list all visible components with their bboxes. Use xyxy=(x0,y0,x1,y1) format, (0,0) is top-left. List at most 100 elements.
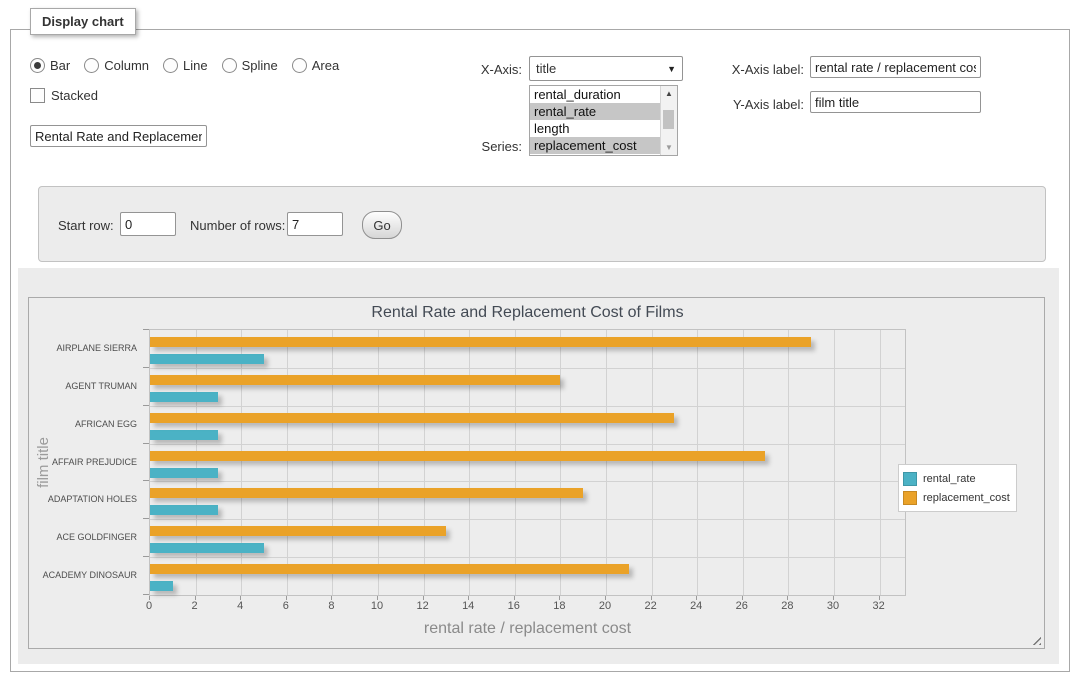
x-tick-label: 32 xyxy=(872,600,884,612)
bar-rental_rate xyxy=(150,505,218,515)
bar-rental_rate xyxy=(150,392,218,402)
radio-bar-label: Bar xyxy=(50,58,70,73)
y-tick-mark xyxy=(143,480,149,481)
series-option-rental-rate[interactable]: rental_rate xyxy=(530,103,677,120)
resize-grip-icon[interactable] xyxy=(1029,633,1041,645)
x-tick-label: 6 xyxy=(283,600,289,612)
x-tick-label: 30 xyxy=(827,600,839,612)
chart-panel: Rental Rate and Replacement Cost of Film… xyxy=(28,297,1045,649)
grid-line-vertical xyxy=(241,330,242,595)
bar-replacement_cost xyxy=(150,375,560,385)
radio-column[interactable]: Column xyxy=(84,58,149,73)
series-list-label: Series: xyxy=(458,139,522,154)
y-tick-mark xyxy=(143,518,149,519)
series-multiselect[interactable]: rental_duration rental_rate length repla… xyxy=(529,85,678,156)
chart-legend: rental_ratereplacement_cost xyxy=(898,464,1017,512)
x-tick-mark xyxy=(286,596,287,600)
x-tick-label: 14 xyxy=(462,600,474,612)
x-tick-mark xyxy=(696,596,697,600)
x-tick-mark xyxy=(742,596,743,600)
x-tick-label: 18 xyxy=(553,600,565,612)
legend-swatch xyxy=(903,491,917,505)
grid-line-vertical xyxy=(743,330,744,595)
y-tick-mark xyxy=(143,405,149,406)
number-of-rows-label: Number of rows: xyxy=(190,218,285,233)
go-button[interactable]: Go xyxy=(362,211,402,239)
radio-line[interactable]: Line xyxy=(163,58,208,73)
series-option-replacement-cost[interactable]: replacement_cost xyxy=(530,137,677,154)
radio-bar-control[interactable] xyxy=(30,58,45,73)
x-tick-label: 26 xyxy=(736,600,748,612)
grid-line-horizontal xyxy=(150,481,905,482)
grid-line-vertical xyxy=(196,330,197,595)
grid-line-vertical xyxy=(788,330,789,595)
y-axis-title: film title xyxy=(31,329,55,596)
x-tick-mark xyxy=(514,596,515,600)
start-row-input[interactable] xyxy=(120,212,176,236)
x-tick-label: 28 xyxy=(781,600,793,612)
legend-label: replacement_cost xyxy=(923,492,1010,504)
grid-line-vertical xyxy=(697,330,698,595)
y-tick-mark xyxy=(143,329,149,330)
bar-replacement_cost xyxy=(150,488,583,498)
stacked-checkbox-row[interactable]: Stacked xyxy=(30,88,98,103)
radio-column-control[interactable] xyxy=(84,58,99,73)
radio-spline-control[interactable] xyxy=(222,58,237,73)
radio-spline-label: Spline xyxy=(242,58,278,73)
series-option-rental-duration[interactable]: rental_duration xyxy=(530,86,677,103)
radio-spline[interactable]: Spline xyxy=(222,58,278,73)
x-tick-mark xyxy=(423,596,424,600)
grid-line-vertical xyxy=(652,330,653,595)
x-tick-mark xyxy=(195,596,196,600)
y-tick-mark xyxy=(143,594,149,595)
x-axis-label-input[interactable] xyxy=(810,56,981,78)
y-axis-label-input[interactable] xyxy=(810,91,981,113)
grid-line-horizontal xyxy=(150,444,905,445)
y-tick-mark xyxy=(143,556,149,557)
x-tick-mark xyxy=(331,596,332,600)
x-tick-label: 12 xyxy=(416,600,428,612)
grid-line-horizontal xyxy=(150,368,905,369)
stacked-checkbox[interactable] xyxy=(30,88,45,103)
series-option-length[interactable]: length xyxy=(530,120,677,137)
x-tick-mark xyxy=(879,596,880,600)
scroll-up-icon[interactable]: ▲ xyxy=(661,87,677,100)
radio-area-control[interactable] xyxy=(292,58,307,73)
chart-type-radio-group: Bar Column Line Spline Area xyxy=(30,58,347,73)
x-tick-mark xyxy=(468,596,469,600)
grid-line-vertical xyxy=(560,330,561,595)
grid-line-vertical xyxy=(515,330,516,595)
legend-swatch xyxy=(903,472,917,486)
radio-area[interactable]: Area xyxy=(292,58,339,73)
bar-replacement_cost xyxy=(150,526,446,536)
chevron-down-icon: ▼ xyxy=(667,64,676,74)
radio-line-control[interactable] xyxy=(163,58,178,73)
grid-line-vertical xyxy=(606,330,607,595)
grid-line-horizontal xyxy=(150,557,905,558)
scrollbar-thumb[interactable] xyxy=(663,110,674,129)
x-tick-label: 16 xyxy=(508,600,520,612)
grid-line-vertical xyxy=(378,330,379,595)
x-axis-select[interactable]: title ▼ xyxy=(529,56,683,81)
scroll-down-icon[interactable]: ▼ xyxy=(661,141,677,154)
y-axis-label-label: Y-Axis label: xyxy=(718,97,804,112)
bar-rental_rate xyxy=(150,430,218,440)
fieldset-legend: Display chart xyxy=(30,8,136,35)
x-tick-label: 8 xyxy=(328,600,334,612)
radio-bar[interactable]: Bar xyxy=(30,58,70,73)
start-row-label: Start row: xyxy=(58,218,114,233)
grid-line-vertical xyxy=(469,330,470,595)
bar-rental_rate xyxy=(150,543,264,553)
stacked-label: Stacked xyxy=(51,88,98,103)
x-tick-label: 10 xyxy=(371,600,383,612)
number-of-rows-input[interactable] xyxy=(287,212,343,236)
x-axis-selected-value: title xyxy=(536,61,556,76)
bar-rental_rate xyxy=(150,468,218,478)
series-list-scrollbar[interactable]: ▲ ▼ xyxy=(660,86,677,155)
x-tick-label: 2 xyxy=(192,600,198,612)
plot-area xyxy=(149,329,906,596)
grid-line-horizontal xyxy=(150,519,905,520)
bar-replacement_cost xyxy=(150,564,629,574)
chart-title-input[interactable] xyxy=(30,125,207,147)
x-axis-title: rental rate / replacement cost xyxy=(149,620,906,638)
